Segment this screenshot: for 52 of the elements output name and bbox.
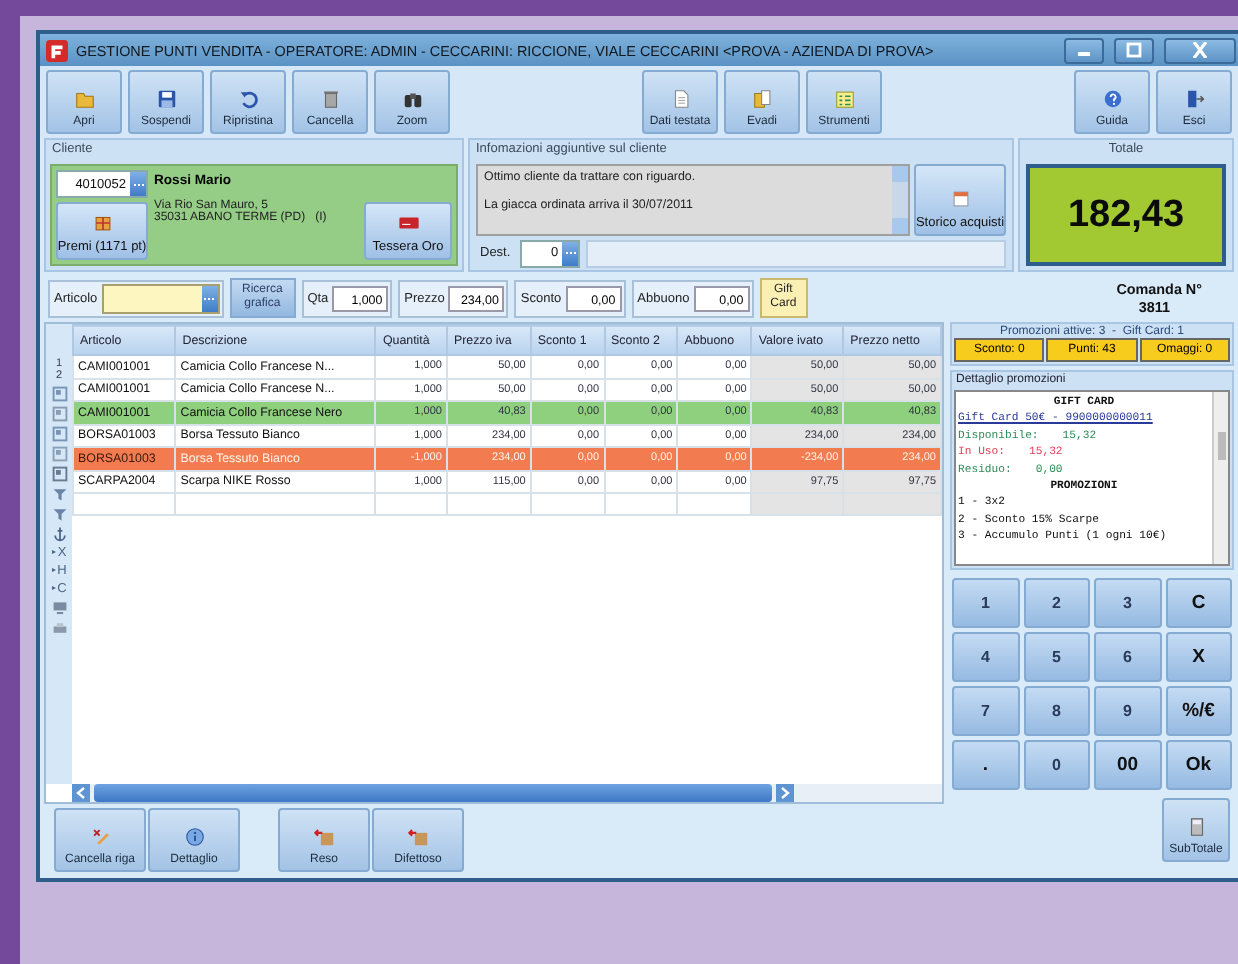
undo-icon bbox=[237, 88, 259, 110]
keypad-key[interactable]: 9 bbox=[1094, 686, 1161, 736]
calendar-icon bbox=[949, 188, 971, 210]
minimize-button[interactable] bbox=[1064, 37, 1104, 63]
browse-button[interactable] bbox=[130, 172, 146, 196]
trash-icon bbox=[319, 88, 341, 110]
binoculars-icon bbox=[401, 88, 423, 110]
keypad-key[interactable]: X bbox=[1165, 632, 1232, 682]
scroll-right-icon[interactable] bbox=[776, 784, 795, 802]
gift-icon bbox=[91, 212, 113, 234]
help-icon bbox=[1101, 88, 1123, 110]
exit-door-icon bbox=[1183, 88, 1205, 110]
folder-icon bbox=[73, 88, 95, 110]
window-icon[interactable] bbox=[51, 386, 67, 402]
floppy-icon bbox=[155, 88, 177, 110]
keypad-key[interactable]: . bbox=[952, 740, 1019, 790]
keypad-key[interactable]: 6 bbox=[1094, 632, 1161, 682]
keypad-key[interactable]: 5 bbox=[1023, 632, 1090, 682]
keypad-key[interactable]: 3 bbox=[1094, 578, 1161, 628]
card-icon bbox=[397, 212, 419, 234]
document-icon bbox=[669, 88, 691, 110]
scrollbar[interactable] bbox=[892, 166, 908, 234]
keypad-key[interactable]: %/€ bbox=[1165, 686, 1232, 736]
maximize-icon bbox=[1124, 42, 1144, 58]
keypad-key[interactable]: 4 bbox=[952, 632, 1019, 682]
keypad-key[interactable]: 0 bbox=[1023, 740, 1090, 790]
keypad-key[interactable]: 7 bbox=[952, 686, 1019, 736]
keypad-key[interactable]: Ok bbox=[1165, 740, 1232, 790]
printer-icon[interactable] bbox=[51, 620, 67, 636]
keypad-key[interactable]: 1 bbox=[952, 578, 1019, 628]
delete-row-icon bbox=[89, 826, 111, 848]
close-button[interactable] bbox=[1164, 37, 1236, 63]
scrollbar[interactable] bbox=[1212, 392, 1228, 564]
monitor-icon[interactable] bbox=[51, 600, 67, 616]
keypad-key[interactable]: C bbox=[1165, 578, 1232, 628]
info-icon bbox=[183, 826, 205, 848]
close-icon bbox=[1190, 42, 1210, 58]
article-field[interactable] bbox=[101, 283, 220, 313]
anchor-icon[interactable] bbox=[51, 526, 67, 542]
browse-button[interactable] bbox=[201, 285, 218, 311]
maximize-button[interactable] bbox=[1114, 37, 1154, 63]
keypad-key[interactable]: 00 bbox=[1094, 740, 1161, 790]
scroll-left-icon[interactable] bbox=[72, 784, 90, 802]
horizontal-scrollbar[interactable] bbox=[72, 784, 942, 802]
app-icon bbox=[46, 39, 68, 61]
destination-detail-field[interactable] bbox=[586, 239, 1006, 267]
keypad-key[interactable]: 2 bbox=[1023, 578, 1090, 628]
browse-button[interactable] bbox=[562, 241, 579, 265]
documents-icon bbox=[751, 88, 773, 110]
keypad-key[interactable]: 8 bbox=[1023, 686, 1090, 736]
total-amount: 182,43 bbox=[1026, 164, 1226, 266]
calculator-icon bbox=[1185, 816, 1207, 838]
